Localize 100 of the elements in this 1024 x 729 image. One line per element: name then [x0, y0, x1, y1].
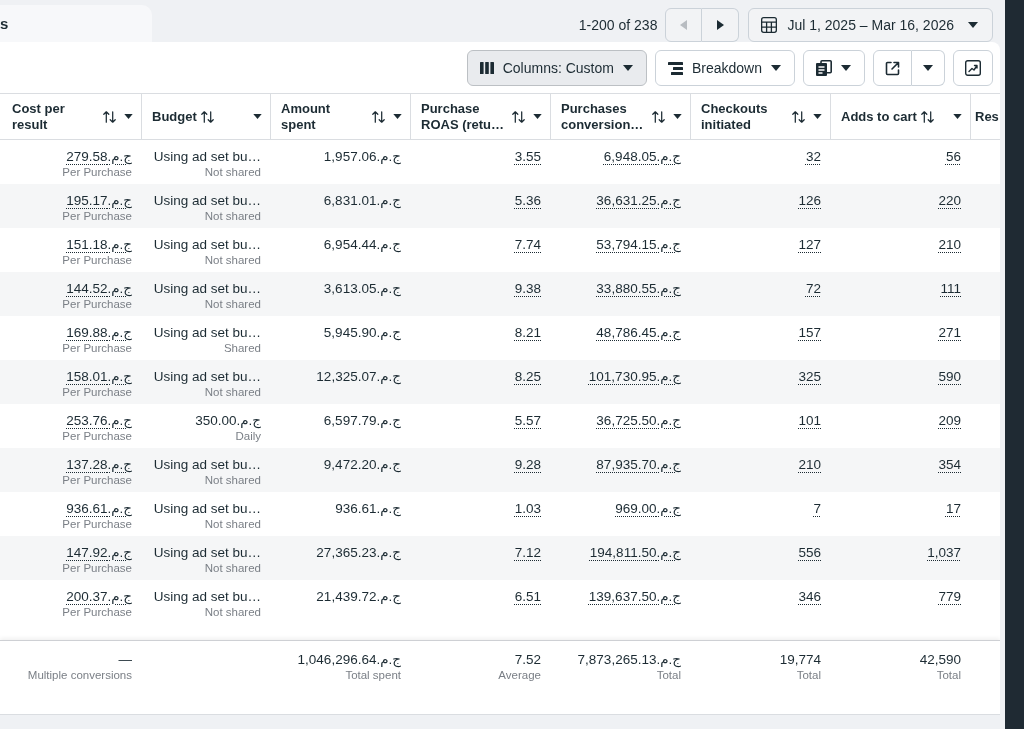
cell-value[interactable]: 271 [938, 325, 961, 341]
cell-value[interactable]: 6.51 [514, 589, 541, 605]
caret-icon[interactable] [673, 114, 682, 119]
caret-icon[interactable] [968, 22, 978, 28]
cell-value[interactable]: ج.م.53,794.15 [596, 237, 681, 253]
cell-value[interactable]: ج.م.87,935.70 [596, 457, 681, 473]
caret-icon[interactable] [923, 65, 933, 71]
cell-value[interactable]: 209 [938, 413, 961, 429]
total-value: 42,590 [919, 652, 961, 668]
cell-value[interactable]: 220 [938, 193, 961, 209]
breakdown-button[interactable]: Breakdown [654, 50, 795, 86]
total-value: ج.م.7,873,265.13 [577, 652, 681, 668]
cell-value[interactable]: 3.55 [514, 149, 541, 165]
cell-value[interactable]: 56 [945, 149, 961, 165]
date-range-button[interactable]: Jul 1, 2025 – Mar 16, 2026 [748, 8, 993, 42]
sort-icon[interactable] [512, 110, 525, 123]
columns-button[interactable]: Columns: Custom [466, 50, 647, 86]
caret-icon[interactable] [124, 114, 133, 119]
sort-icon[interactable] [652, 110, 665, 123]
cell-value[interactable]: 8.21 [514, 325, 541, 341]
cell-value[interactable]: ج.م.33,880.55 [596, 281, 681, 297]
cell-value: ج.م.6,597.79 [323, 413, 401, 429]
sort-icon[interactable] [792, 110, 805, 123]
cell-value[interactable]: ج.م.151.18 [66, 237, 132, 253]
chart-button[interactable] [953, 50, 993, 86]
cell-value[interactable]: 325 [798, 369, 821, 385]
total-caption: Average [498, 668, 541, 683]
tab-label: s [0, 15, 9, 32]
sort-icon[interactable] [920, 110, 934, 123]
cell-value[interactable]: ج.م.144.52 [66, 281, 132, 297]
caret-icon[interactable] [841, 65, 851, 71]
cell-value[interactable]: 346 [798, 589, 821, 605]
sort-icon[interactable] [103, 110, 116, 123]
cell-value[interactable]: ج.م.36,631.25 [596, 193, 681, 209]
column-header[interactable]: Checkouts initiated [701, 100, 788, 133]
cell-value[interactable]: 1,037 [927, 545, 961, 561]
cell-value[interactable]: 111 [940, 281, 961, 297]
cell-value[interactable]: 32 [805, 149, 821, 165]
cell-value[interactable]: ج.م.139,637.50 [588, 589, 681, 605]
cell-value[interactable]: ج.م.194,811.50 [589, 545, 681, 561]
sort-icon[interactable] [372, 110, 385, 123]
cell-value[interactable]: 7.74 [514, 237, 541, 253]
cell-value[interactable]: ج.م.101,730.95 [588, 369, 681, 385]
cell-value[interactable]: 7 [813, 501, 821, 517]
cell-value[interactable]: 5.57 [514, 413, 541, 429]
cell-value[interactable]: ج.م.279.58 [66, 149, 132, 165]
cell-value[interactable]: ج.م.36,725.50 [596, 413, 681, 429]
cell-value[interactable]: 9.28 [514, 457, 541, 473]
reports-button[interactable] [803, 50, 865, 86]
cell-value[interactable]: 590 [938, 369, 961, 385]
cell-value[interactable]: ج.م.158.01 [66, 369, 132, 385]
cell-value[interactable]: 210 [798, 457, 821, 473]
cell-value[interactable]: 8.25 [514, 369, 541, 385]
column-header[interactable]: Budget [152, 108, 197, 125]
cell-value[interactable]: ج.م.969.00 [615, 501, 681, 517]
cell-value[interactable]: 556 [798, 545, 821, 561]
cell-caption: Daily [235, 429, 261, 444]
column-header[interactable]: Cost per result [12, 100, 99, 133]
cell-value[interactable]: ج.م.6,948.05 [603, 149, 681, 165]
export-menu-button[interactable] [912, 50, 945, 86]
cell-value[interactable]: 9.38 [514, 281, 541, 297]
cell-value[interactable]: ج.م.147.92 [66, 545, 132, 561]
cell-value[interactable]: 157 [798, 325, 821, 341]
caret-icon[interactable] [253, 114, 262, 119]
cell-value[interactable]: ج.م.936.61 [66, 501, 132, 517]
cell-value: ج.م.27,365.23 [316, 545, 401, 561]
sort-icon[interactable] [200, 110, 214, 123]
cell-value[interactable]: ج.م.169.88 [66, 325, 132, 341]
caret-icon[interactable] [533, 114, 542, 119]
cell-value[interactable]: 72 [805, 281, 821, 297]
column-header[interactable]: Purchases conversion… [561, 100, 648, 133]
export-button[interactable] [873, 50, 912, 86]
cell-value[interactable]: 17 [945, 501, 961, 517]
cell-value[interactable]: 210 [938, 237, 961, 253]
caret-icon[interactable] [622, 65, 633, 71]
cell-value[interactable]: 354 [938, 457, 961, 473]
cell-value[interactable]: ج.م.48,786.45 [596, 325, 681, 341]
next-page-button[interactable] [702, 8, 740, 42]
caret-icon[interactable] [813, 114, 822, 119]
cell-value[interactable]: ج.م.200.37 [66, 589, 132, 605]
cell-value[interactable]: 779 [938, 589, 961, 605]
cell-value[interactable]: 126 [798, 193, 821, 209]
cell-caption: Per Purchase [62, 561, 132, 576]
cell-value[interactable]: ج.م.137.28 [66, 457, 132, 473]
column-header[interactable]: Adds to cart [841, 108, 917, 125]
cell-value[interactable]: 101 [798, 413, 821, 429]
cell-value[interactable]: 1.03 [514, 501, 541, 517]
caret-icon[interactable] [393, 114, 402, 119]
caret-icon[interactable] [953, 114, 962, 119]
column-header[interactable]: Purchase ROAS (retu… [421, 100, 508, 133]
column-header[interactable]: Amount spent [281, 100, 368, 133]
cell-value[interactable]: 127 [798, 237, 821, 253]
cell-value[interactable]: ج.م.195.17 [66, 193, 132, 209]
page-tab[interactable]: s [0, 5, 152, 42]
caret-icon[interactable] [771, 65, 781, 71]
page-range-text: 1-200 of 238 [578, 16, 658, 35]
cell-value[interactable]: 5.36 [514, 193, 541, 209]
cell-value[interactable]: 7.12 [514, 545, 541, 561]
cell-value[interactable]: ج.م.253.76 [66, 413, 132, 429]
column-header[interactable]: Res [975, 108, 999, 125]
